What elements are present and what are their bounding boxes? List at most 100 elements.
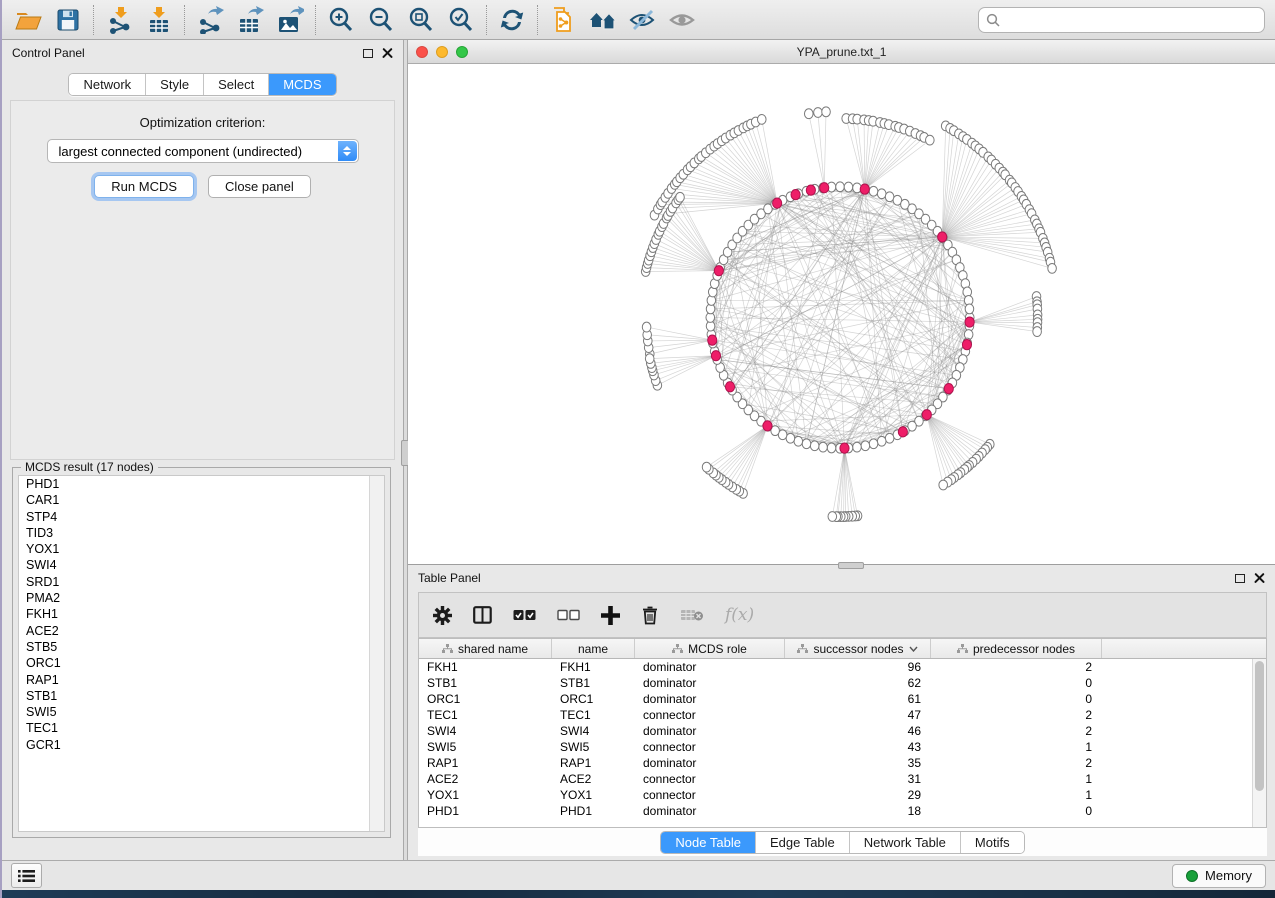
table-body: FKH1FKH1dominator962STB1STB1dominator620…	[419, 659, 1266, 819]
cell-name: STB1	[552, 675, 635, 691]
cell-mcds-role: dominator	[635, 691, 785, 707]
mcds-result-item[interactable]: STP4	[19, 509, 384, 525]
mcds-result-item[interactable]: SWI5	[19, 704, 384, 720]
column-header-shared-name[interactable]: shared name	[419, 639, 552, 658]
mcds-result-item[interactable]: STB5	[19, 639, 384, 655]
search-field[interactable]	[978, 7, 1265, 33]
tab-style[interactable]: Style	[146, 74, 204, 95]
table-row[interactable]: STB1STB1dominator620	[419, 675, 1266, 691]
zoom-out-icon[interactable]	[365, 5, 397, 35]
toolbar-separator	[93, 5, 94, 35]
cell-name: RAP1	[552, 755, 635, 771]
cell-mcds-role: dominator	[635, 675, 785, 691]
import-network-icon[interactable]	[103, 5, 135, 35]
duplicate-network-icon[interactable]	[547, 5, 579, 35]
export-table-icon[interactable]	[234, 5, 266, 35]
table-row[interactable]: YOX1YOX1connector291	[419, 787, 1266, 803]
run-mcds-button[interactable]: Run MCDS	[94, 175, 194, 198]
mcds-result-item[interactable]: YOX1	[19, 541, 384, 557]
mcds-result-item[interactable]: TEC1	[19, 720, 384, 736]
table-row[interactable]: SWI5SWI5connector431	[419, 739, 1266, 755]
export-image-icon[interactable]	[274, 5, 306, 35]
table-row[interactable]: FKH1FKH1dominator962	[419, 659, 1266, 675]
mcds-result-item[interactable]: GCR1	[19, 737, 384, 753]
column-type-icon	[442, 644, 453, 654]
memory-button[interactable]: Memory	[1172, 864, 1266, 888]
result-scrollbar[interactable]	[369, 476, 384, 831]
cell-shared-name: RAP1	[419, 755, 552, 771]
table-scrollbar[interactable]	[1252, 659, 1266, 827]
mcds-result-item[interactable]: STB1	[19, 688, 384, 704]
select-all-icon[interactable]	[513, 609, 536, 621]
mcds-result-item[interactable]: ORC1	[19, 655, 384, 671]
table-row[interactable]: SWI4SWI4dominator462	[419, 723, 1266, 739]
criterion-dropdown[interactable]: largest connected component (undirected)	[47, 139, 359, 163]
column-header-successor-nodes[interactable]: successor nodes	[785, 639, 931, 658]
horizontal-splitter-handle[interactable]	[838, 562, 864, 569]
cell-successor-nodes: 61	[785, 691, 931, 707]
tab-select[interactable]: Select	[204, 74, 269, 95]
toggle-panels-icon[interactable]	[473, 606, 492, 624]
tab-mcds[interactable]: MCDS	[269, 74, 335, 95]
cell-name: TEC1	[552, 707, 635, 723]
control-panel-tabs: NetworkStyleSelectMCDS	[68, 73, 336, 96]
search-input[interactable]	[1005, 11, 1257, 28]
table-header-row: shared namenameMCDS rolesuccessor nodesp…	[419, 639, 1266, 659]
deselect-all-icon[interactable]	[557, 609, 580, 621]
mcds-result-item[interactable]: PHD1	[19, 476, 384, 492]
tab-edge-table[interactable]: Edge Table	[756, 832, 850, 853]
mcds-result-list[interactable]: PHD1CAR1STP4TID3YOX1SWI4SRD1PMA2FKH1ACE2…	[18, 475, 385, 832]
first-neighbors-icon[interactable]	[587, 5, 619, 35]
cell-mcds-role: dominator	[635, 803, 785, 819]
mcds-result-item[interactable]: SRD1	[19, 574, 384, 590]
app-window: Control Panel NetworkStyleSelectMCDS Opt…	[2, 0, 1275, 890]
show-all-icon[interactable]	[667, 5, 699, 35]
import-table-icon[interactable]	[143, 5, 175, 35]
table-row[interactable]: RAP1RAP1dominator352	[419, 755, 1266, 771]
delete-column-icon[interactable]	[641, 605, 659, 625]
tab-motifs[interactable]: Motifs	[961, 832, 1024, 853]
network-graph[interactable]	[408, 64, 1275, 564]
mcds-result-item[interactable]: CAR1	[19, 492, 384, 508]
memory-status-icon	[1186, 870, 1198, 882]
mcds-result-item[interactable]: SWI4	[19, 557, 384, 573]
mcds-result-item[interactable]: PMA2	[19, 590, 384, 606]
cell-name: PHD1	[552, 803, 635, 819]
zoom-selected-icon[interactable]	[445, 5, 477, 35]
settings-icon[interactable]	[433, 606, 452, 625]
add-column-icon[interactable]	[601, 606, 620, 625]
close-panel-button[interactable]: Close panel	[208, 175, 311, 198]
tab-network[interactable]: Network	[69, 74, 146, 95]
table-row[interactable]: ORC1ORC1dominator610	[419, 691, 1266, 707]
export-network-icon[interactable]	[194, 5, 226, 35]
tab-node-table[interactable]: Node Table	[661, 832, 756, 853]
network-window-title: YPA_prune.txt_1	[408, 45, 1275, 59]
float-panel-icon[interactable]	[1235, 574, 1245, 583]
column-header-name[interactable]: name	[552, 639, 635, 658]
table-scrollbar-thumb[interactable]	[1255, 661, 1264, 791]
tab-network-table[interactable]: Network Table	[850, 832, 961, 853]
close-panel-icon[interactable]	[1254, 573, 1265, 584]
table-row[interactable]: ACE2ACE2connector311	[419, 771, 1266, 787]
apply-layout-icon[interactable]	[496, 5, 528, 35]
mcds-result-item[interactable]: FKH1	[19, 606, 384, 622]
float-panel-icon[interactable]	[363, 49, 373, 58]
column-header-predecessor-nodes[interactable]: predecessor nodes	[931, 639, 1102, 658]
column-header-mcds-role[interactable]: MCDS role	[635, 639, 785, 658]
table-row[interactable]: PHD1PHD1dominator180	[419, 803, 1266, 819]
network-canvas[interactable]	[408, 64, 1275, 564]
mcds-result-item[interactable]: ACE2	[19, 623, 384, 639]
open-network-icon[interactable]	[12, 5, 44, 35]
mcds-result-item[interactable]: RAP1	[19, 672, 384, 688]
cell-successor-nodes: 43	[785, 739, 931, 755]
zoom-fit-icon[interactable]	[405, 5, 437, 35]
hide-selected-icon[interactable]	[627, 5, 659, 35]
close-panel-icon[interactable]	[382, 48, 393, 59]
zoom-in-icon[interactable]	[325, 5, 357, 35]
save-session-icon[interactable]	[52, 5, 84, 35]
task-history-button[interactable]	[11, 863, 42, 888]
mcds-result-item[interactable]: TID3	[19, 525, 384, 541]
network-window-titlebar[interactable]: YPA_prune.txt_1	[408, 40, 1275, 64]
cell-predecessor-nodes: 1	[931, 771, 1102, 787]
table-row[interactable]: TEC1TEC1connector472	[419, 707, 1266, 723]
